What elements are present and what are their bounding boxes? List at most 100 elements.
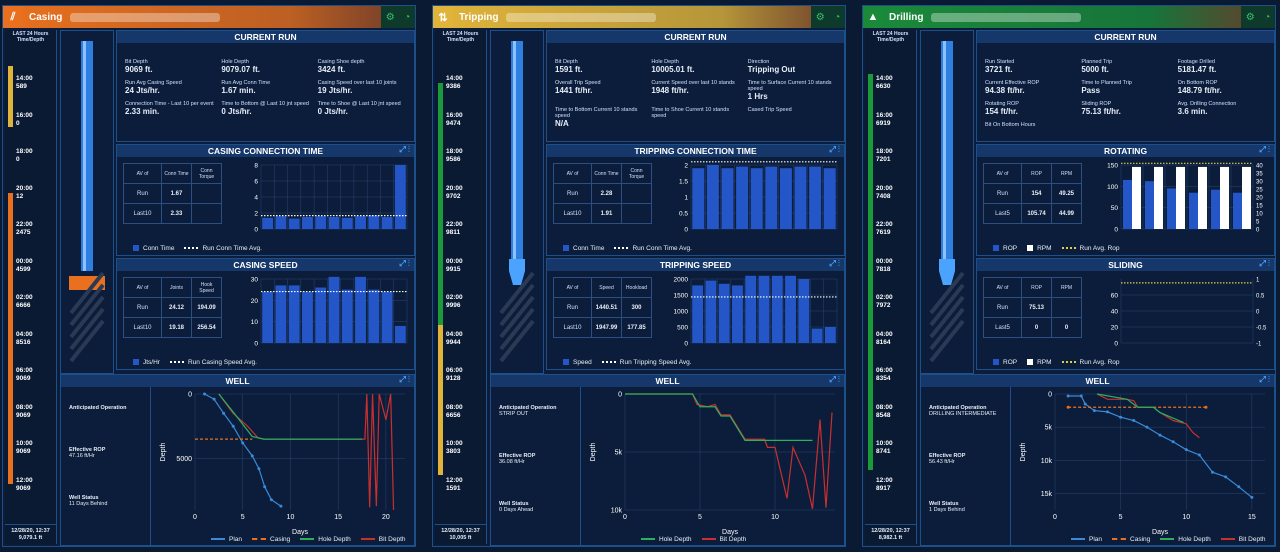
bar[interactable]: [315, 216, 327, 229]
bar[interactable]: [302, 291, 313, 343]
legend-item[interactable]: Hole Depth: [641, 536, 692, 543]
bar[interactable]: [288, 285, 300, 343]
time-tick: 00:00 7818: [876, 258, 893, 274]
bar[interactable]: [368, 215, 380, 229]
expand-menu-icon[interactable]: ⤢ ⋮: [829, 145, 840, 155]
expand-menu-icon[interactable]: ⤢ ⋮: [829, 259, 840, 269]
legend-item[interactable]: Plan: [211, 536, 242, 543]
bar[interactable]: [745, 275, 757, 343]
bar[interactable]: [750, 168, 763, 229]
hole-depth-line[interactable]: [1096, 393, 1184, 424]
legend-item[interactable]: ROP: [993, 245, 1017, 252]
legend-item[interactable]: Run Conn Time Avg.: [184, 245, 262, 252]
bar[interactable]: [341, 289, 353, 343]
expand-menu-icon[interactable]: ⤢ ⋮: [1259, 259, 1270, 269]
bar[interactable]: [315, 287, 327, 343]
bar[interactable]: [381, 291, 393, 343]
rig-icon[interactable]: ⚙: [386, 12, 395, 23]
legend-item[interactable]: Run Avg. Rop: [1061, 245, 1120, 252]
bit-depth-line[interactable]: [1096, 393, 1200, 439]
bar-rpm[interactable]: [1198, 166, 1208, 229]
bar[interactable]: [706, 165, 719, 229]
legend-item[interactable]: Run Avg. Rop: [1061, 359, 1120, 366]
bar[interactable]: [692, 168, 705, 229]
bar[interactable]: [262, 291, 274, 343]
bar[interactable]: [355, 276, 366, 343]
bar[interactable]: [811, 328, 823, 343]
bar[interactable]: [785, 275, 796, 343]
bar-rop[interactable]: [1166, 188, 1176, 229]
bar[interactable]: [718, 283, 730, 343]
bar[interactable]: [721, 168, 734, 229]
bar[interactable]: [328, 217, 340, 229]
status-icon[interactable]: ◔: [1264, 12, 1270, 23]
bar-rop[interactable]: [1232, 192, 1242, 229]
bar[interactable]: [705, 280, 717, 343]
expand-menu-icon[interactable]: ⤢ ⋮: [399, 259, 410, 269]
bar[interactable]: [328, 276, 340, 343]
legend-item[interactable]: Casing: [1112, 536, 1150, 543]
bit-depth-line[interactable]: [218, 393, 395, 511]
bar-rop[interactable]: [1188, 192, 1198, 229]
expand-menu-icon[interactable]: ⤢ ⋮: [1259, 145, 1270, 155]
bar[interactable]: [355, 216, 366, 229]
bar[interactable]: [341, 217, 353, 229]
status-icon[interactable]: ◔: [834, 12, 840, 23]
bar-rop[interactable]: [1210, 189, 1220, 229]
legend-item[interactable]: Bit Depth: [701, 536, 746, 543]
bar[interactable]: [394, 325, 406, 343]
bar[interactable]: [824, 327, 836, 343]
bar[interactable]: [381, 217, 393, 229]
bar[interactable]: [262, 217, 274, 229]
legend-item[interactable]: Plan: [1071, 536, 1102, 543]
bar[interactable]: [771, 275, 783, 343]
bar-rpm[interactable]: [1220, 166, 1230, 229]
expand-menu-icon[interactable]: ⤢ ⋮: [399, 375, 410, 385]
legend-item[interactable]: Conn Time: [563, 245, 604, 252]
legend-item[interactable]: Hole Depth: [1160, 536, 1211, 543]
bar[interactable]: [302, 217, 313, 229]
bar[interactable]: [368, 289, 380, 343]
bar[interactable]: [692, 285, 704, 343]
legend-item[interactable]: Casing: [252, 536, 290, 543]
bar-rpm[interactable]: [1242, 166, 1252, 229]
legend-item[interactable]: Bit Depth: [1220, 536, 1266, 543]
bar[interactable]: [794, 166, 807, 229]
bar[interactable]: [732, 285, 743, 343]
bar[interactable]: [779, 168, 792, 229]
bar-rpm[interactable]: [1154, 166, 1164, 229]
bar-rpm[interactable]: [1132, 166, 1142, 229]
bit-depth-line[interactable]: [625, 393, 833, 509]
legend-item[interactable]: RPM: [1027, 359, 1052, 366]
bar[interactable]: [275, 285, 287, 343]
bar[interactable]: [394, 165, 406, 229]
bar[interactable]: [798, 279, 810, 343]
hole-depth-line[interactable]: [625, 393, 813, 442]
legend-item[interactable]: Bit Depth: [360, 536, 406, 543]
legend-item[interactable]: Speed: [563, 359, 592, 366]
legend-item[interactable]: Run Casing Speed Avg.: [169, 359, 257, 366]
bar-rpm[interactable]: [1176, 166, 1186, 229]
expand-menu-icon[interactable]: ⤢ ⋮: [399, 145, 410, 155]
bar[interactable]: [809, 166, 822, 229]
rig-icon[interactable]: ⚙: [816, 12, 825, 23]
legend-item[interactable]: RPM: [1027, 245, 1052, 252]
expand-menu-icon[interactable]: ⤢ ⋮: [829, 375, 840, 385]
bar[interactable]: [288, 218, 300, 229]
legend-item[interactable]: Run Tripping Speed Avg.: [601, 359, 692, 366]
legend-item[interactable]: ROP: [993, 359, 1017, 366]
expand-menu-icon[interactable]: ⤢ ⋮: [1259, 375, 1270, 385]
status-icon[interactable]: ◔: [404, 12, 410, 23]
legend-item[interactable]: Conn Time: [133, 245, 174, 252]
bar[interactable]: [758, 275, 770, 343]
legend-item[interactable]: Hole Depth: [300, 536, 351, 543]
rig-icon[interactable]: ⚙: [1246, 12, 1255, 23]
bar[interactable]: [736, 166, 749, 229]
bar[interactable]: [823, 168, 836, 229]
bar[interactable]: [275, 216, 287, 229]
bar-rop[interactable]: [1144, 181, 1154, 229]
bar-rop[interactable]: [1122, 179, 1132, 229]
bar[interactable]: [765, 166, 778, 229]
legend-item[interactable]: Run Conn Time Avg.: [614, 245, 692, 252]
legend-item[interactable]: Jts/Hr: [133, 359, 160, 366]
